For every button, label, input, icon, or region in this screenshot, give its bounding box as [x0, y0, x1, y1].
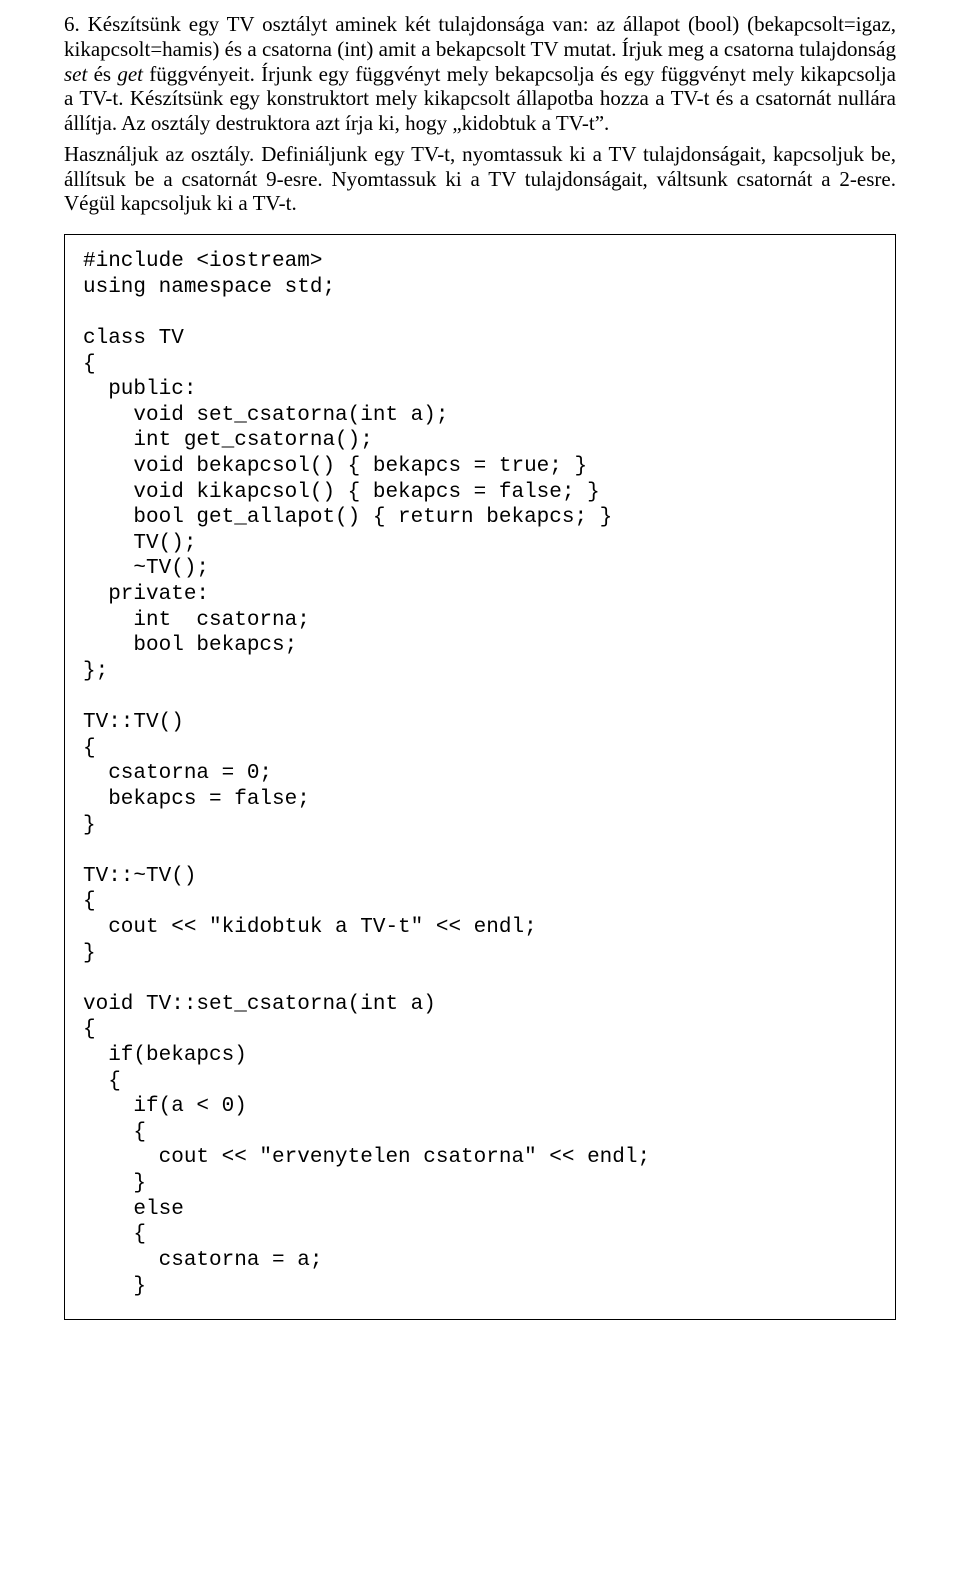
text: és [87, 62, 117, 86]
paragraph-2: Használjuk az osztály. Definiáljunk egy … [64, 142, 896, 216]
paragraph-1: 6. Készítsünk egy TV osztályt aminek két… [64, 12, 896, 136]
page: 6. Készítsünk egy TV osztályt aminek két… [0, 0, 960, 1360]
text: 6. Készítsünk egy TV osztályt aminek két… [64, 12, 896, 61]
text: függvényeit. Írjunk egy függvényt mely b… [64, 62, 896, 136]
problem-statement: 6. Készítsünk egy TV osztályt aminek két… [64, 12, 896, 216]
keyword-get: get [117, 62, 143, 86]
code-listing: #include <iostream> using namespace std;… [64, 234, 896, 1320]
keyword-set: set [64, 62, 87, 86]
